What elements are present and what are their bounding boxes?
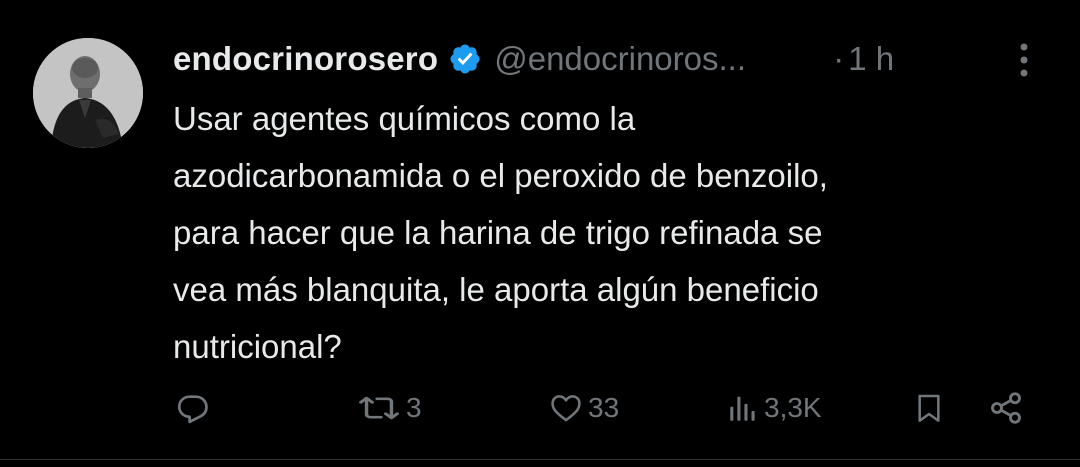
avatar-photo — [33, 38, 143, 148]
reply-button[interactable] — [176, 385, 214, 431]
retweet-button[interactable]: 3 — [356, 385, 422, 431]
tweet-text-line: Usar agentes químicos como la — [173, 100, 636, 137]
author-handle[interactable]: @endocrinoros... — [494, 40, 809, 78]
tweet-text: Usar agentes químicos como la azodicarbo… — [173, 90, 1053, 375]
tweet-text-line: para hacer que la harina de trigo refina… — [173, 214, 823, 251]
more-vertical-icon[interactable] — [1013, 40, 1035, 80]
like-button[interactable]: 33 — [548, 385, 619, 431]
share-icon — [991, 392, 1021, 424]
tweet-header: endocrinorosero @endocrinoros... · 1 h — [173, 34, 894, 84]
views-button[interactable]: 3,3K — [726, 385, 822, 431]
bookmark-button[interactable] — [913, 385, 945, 431]
retweet-count: 3 — [406, 392, 422, 423]
share-button[interactable] — [988, 385, 1024, 431]
author-display-name[interactable]: endocrinorosero — [173, 40, 438, 78]
heart-icon — [551, 395, 581, 422]
separator-dot: · — [833, 40, 845, 77]
tweet-text-line: azodicarbonamida o el peroxido de benzoi… — [173, 157, 828, 194]
views-icon — [730, 396, 755, 421]
reply-icon — [177, 395, 208, 424]
tweet-actions: 3 33 3,3K — [0, 385, 1080, 431]
tweet-timestamp[interactable]: 1 h — [848, 40, 894, 78]
views-count: 3,3K — [764, 392, 822, 423]
tweet-text-line: nutricional? — [173, 328, 342, 365]
divider — [0, 459, 1080, 460]
retweet-icon — [359, 396, 399, 420]
bookmark-icon — [918, 394, 940, 422]
tweet[interactable]: endocrinorosero @endocrinoros... · 1 h U… — [0, 0, 1080, 460]
like-count: 33 — [588, 392, 620, 423]
tweet-text-line: vea más blanquita, le aporta algún benef… — [173, 271, 819, 308]
verified-badge-icon[interactable] — [448, 42, 482, 76]
avatar[interactable] — [33, 38, 143, 148]
